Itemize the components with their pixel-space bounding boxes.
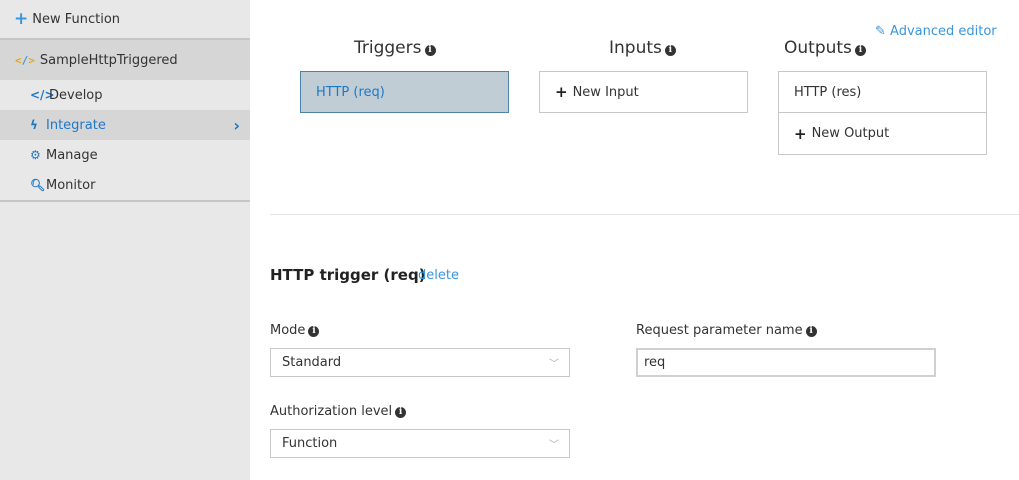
lightning-bracket-icon: </> [15, 53, 35, 67]
authorization-level-label-text: Authorization level [270, 404, 393, 419]
sidebar: + New Function </> SampleHttpTriggered <… [0, 0, 250, 480]
chevron-down-icon: ﹀ [549, 359, 559, 370]
request-parameter-input[interactable] [636, 348, 936, 377]
chevron-right-icon: › [233, 116, 240, 135]
info-icon[interactable]: i [308, 326, 320, 337]
new-input-button[interactable]: + New Input [539, 71, 748, 113]
edit-icon: ✎ [875, 24, 886, 39]
plus-icon: + [14, 8, 29, 29]
outputs-title-text: Outputs [784, 38, 852, 58]
sidebar-item-label: Manage [46, 147, 98, 163]
trigger-detail-title: HTTP trigger (req) [270, 266, 426, 284]
sidebar-item-label: Monitor [46, 177, 96, 193]
function-item[interactable]: </> SampleHttpTriggered [0, 40, 250, 80]
sidebar-item-manage[interactable]: ⚙ Manage [0, 140, 250, 170]
info-icon[interactable]: i [664, 45, 676, 56]
trigger-http-req[interactable]: HTTP (req) [300, 71, 509, 113]
lightning-icon: ϟ [30, 118, 38, 132]
inputs-title: Inputs i [609, 38, 676, 58]
info-icon[interactable]: i [424, 45, 436, 56]
outputs-title: Outputs i [784, 38, 866, 58]
new-input-label: New Input [572, 84, 639, 100]
chevron-down-icon: ﹀ [549, 440, 559, 451]
function-name: SampleHttpTriggered [39, 52, 178, 68]
inputs-title-text: Inputs [609, 38, 662, 58]
authorization-level-value: Function [282, 436, 338, 451]
search-icon: 🔍︎ [30, 178, 46, 192]
output-label: HTTP (res) [794, 84, 862, 100]
plus-icon: + [794, 124, 807, 143]
authorization-level-select[interactable]: Function ﹀ [270, 429, 570, 458]
plus-icon: + [555, 83, 568, 101]
new-function-label: New Function [32, 11, 121, 27]
triggers-title: Triggers i [354, 38, 436, 58]
new-function-button[interactable]: + New Function [0, 0, 250, 38]
info-icon[interactable]: i [395, 407, 407, 418]
mode-select[interactable]: Standard ﹀ [270, 348, 570, 377]
info-icon[interactable]: i [805, 326, 817, 337]
triggers-title-text: Triggers [354, 38, 422, 58]
request-parameter-label: Request parameter name i [636, 323, 817, 338]
mode-label-text: Mode [270, 323, 306, 338]
advanced-editor-link[interactable]: ✎ Advanced editor [875, 24, 997, 39]
advanced-editor-label: Advanced editor [890, 24, 997, 39]
sidebar-item-label: Develop [49, 87, 103, 103]
code-icon: </> [30, 88, 55, 102]
mode-label: Mode i [270, 323, 320, 338]
new-output-label: New Output [811, 126, 890, 141]
gear-icon: ⚙ [30, 148, 41, 162]
authorization-level-label: Authorization level i [270, 404, 407, 419]
request-parameter-label-text: Request parameter name [636, 323, 803, 338]
trigger-label: HTTP (req) [316, 84, 385, 100]
sidebar-item-integrate[interactable]: ϟ Integrate › [0, 110, 250, 140]
sidebar-item-develop[interactable]: </> Develop [0, 80, 250, 110]
sidebar-divider [0, 200, 250, 202]
sidebar-item-label: Integrate [46, 117, 106, 133]
sidebar-item-monitor[interactable]: 🔍︎ Monitor [0, 170, 250, 200]
delete-link[interactable]: delete [418, 268, 459, 283]
mode-value: Standard [282, 355, 342, 370]
info-icon[interactable]: i [854, 45, 866, 56]
output-http-res[interactable]: HTTP (res) [778, 71, 987, 113]
section-divider [270, 214, 1019, 215]
new-output-button[interactable]: + New Output [778, 112, 987, 155]
